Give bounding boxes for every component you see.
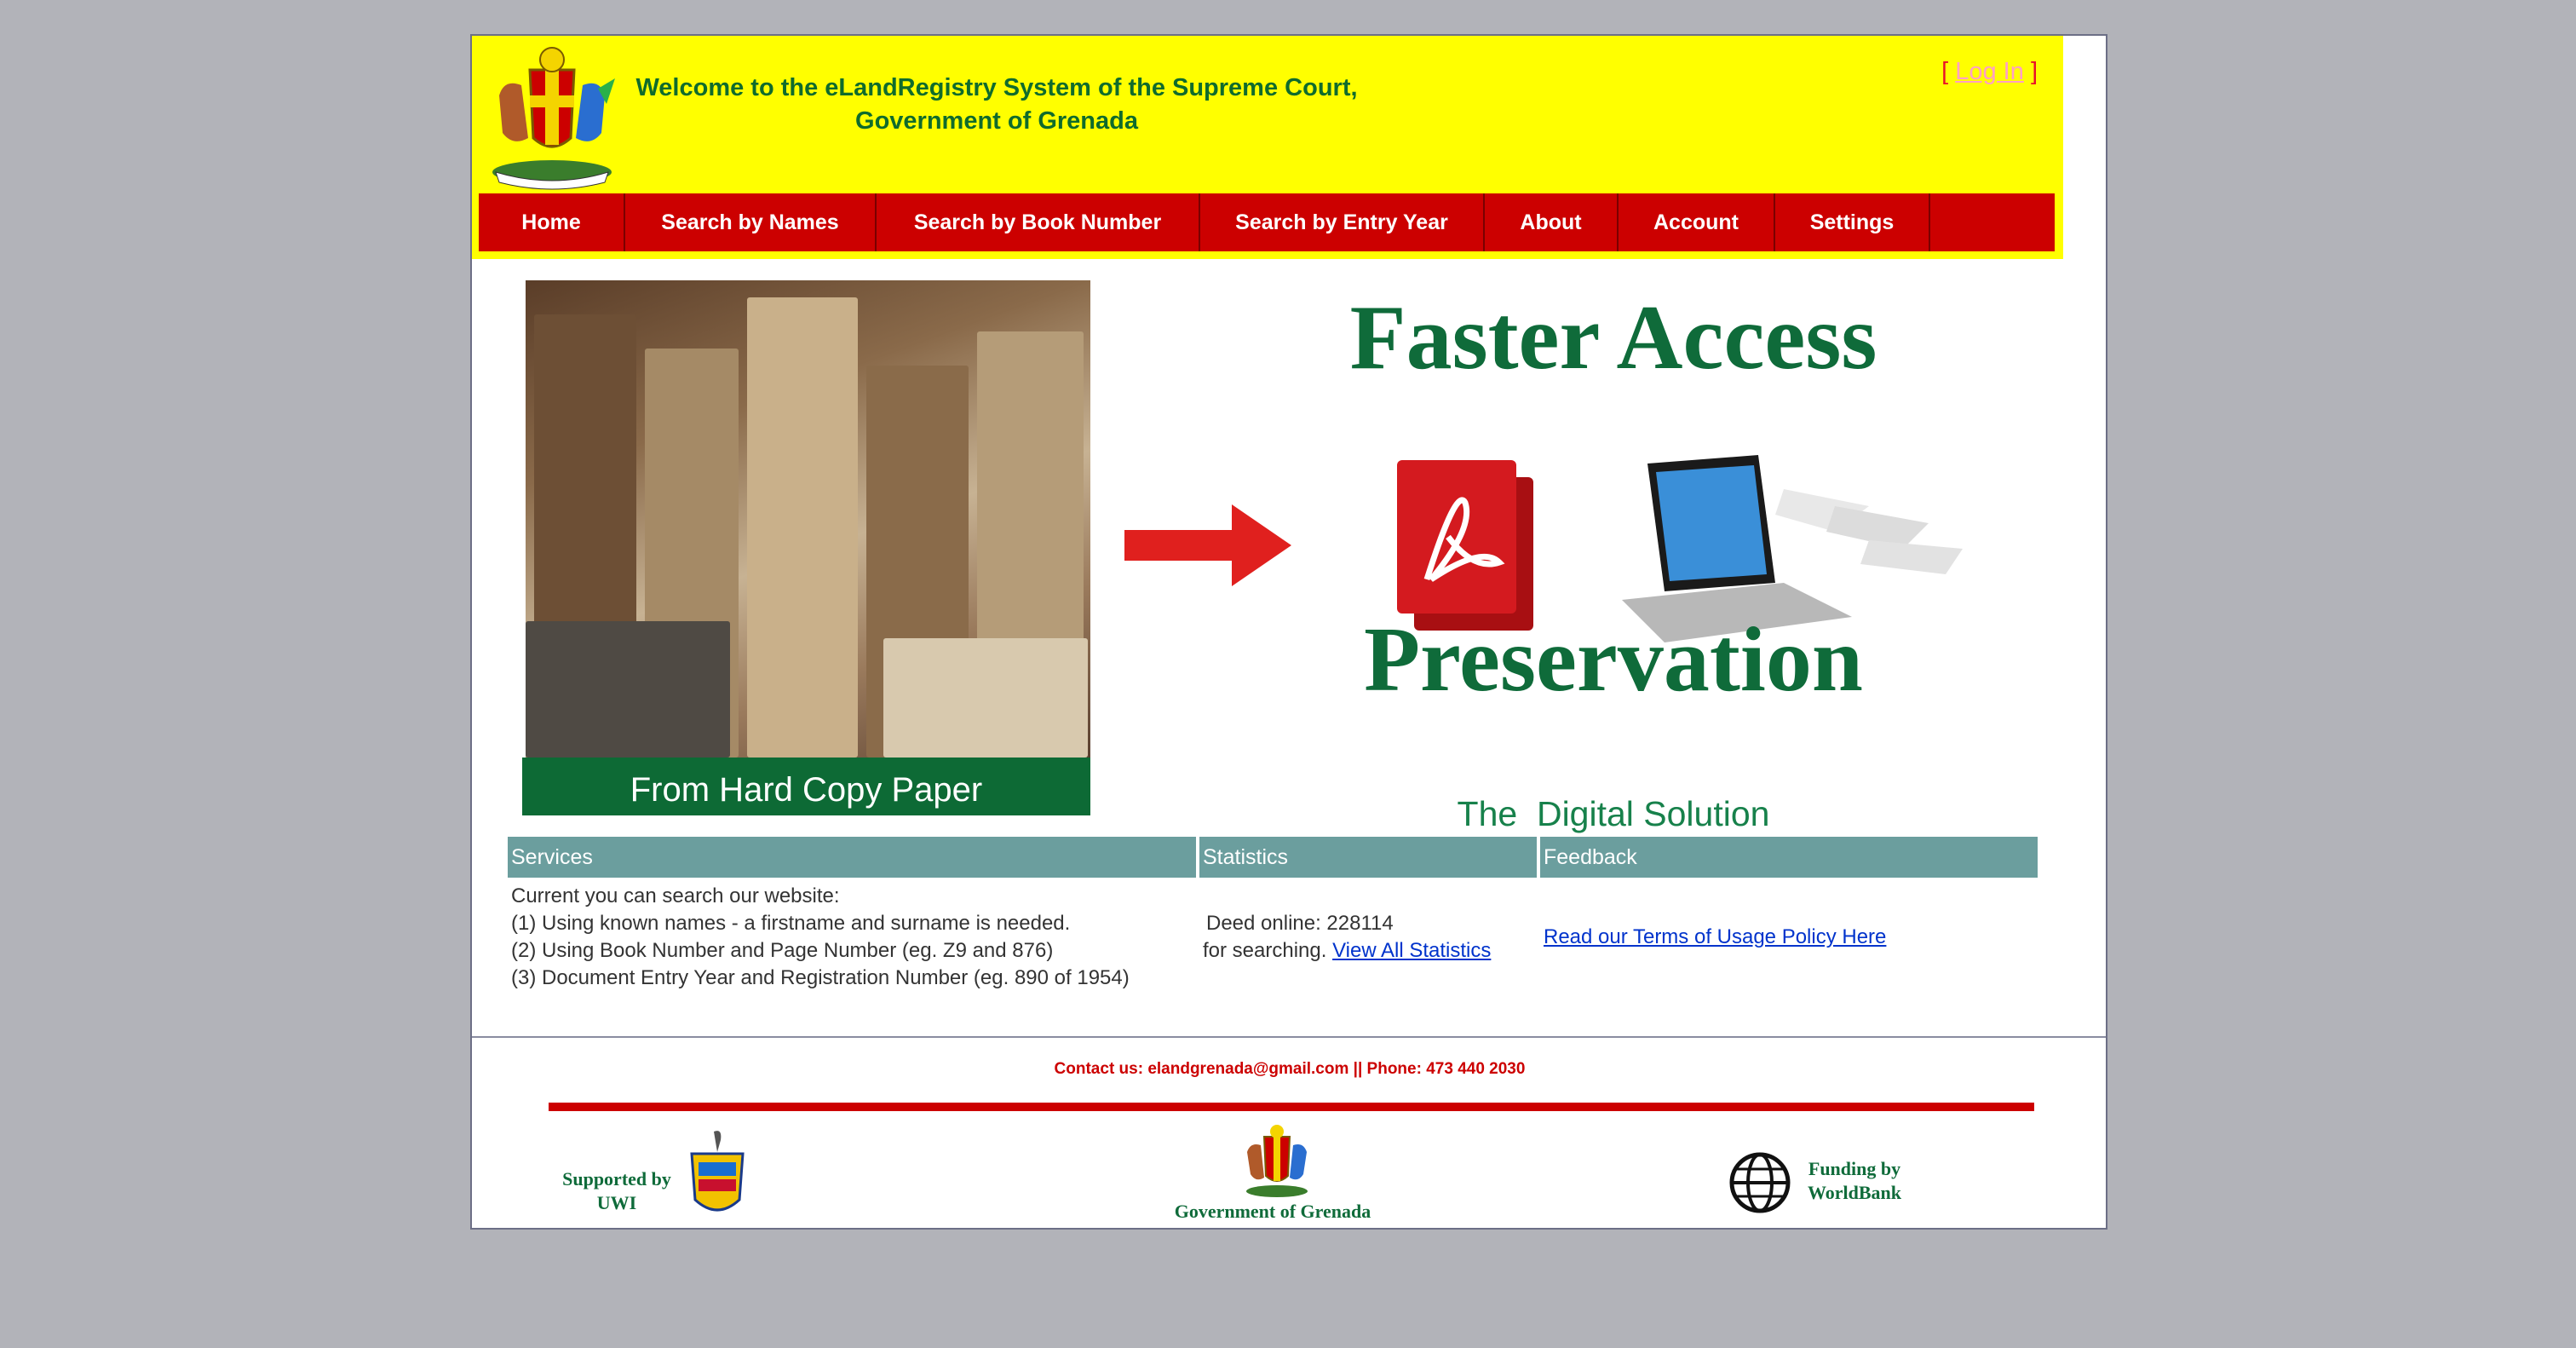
page-container: Welcome to the eLandRegistry System of t… <box>470 34 2107 1230</box>
worldbank-line-1: Funding by <box>1808 1158 1901 1179</box>
view-all-statistics-link[interactable]: View All Statistics <box>1332 939 1491 962</box>
login-bracket-close: ] <box>2030 58 2038 85</box>
welcome-line-2: Government of Grenada <box>855 107 1138 135</box>
site-header: Welcome to the eLandRegistry System of t… <box>472 36 2063 259</box>
footer-red-rule <box>549 1103 2034 1111</box>
welcome-line-1: Welcome to the eLandRegistry System of t… <box>635 74 1358 101</box>
worldbank-logo: Funding by WorldBank <box>1729 1152 1951 1220</box>
login-bracket-open: [ <box>1941 58 1949 85</box>
banner-books-panel: From Hard Copy Paper <box>522 280 1090 815</box>
government-of-grenada-logo: Government of Grenada <box>1153 1123 1392 1225</box>
welcome-heading: Welcome to the eLandRegistry System of t… <box>630 72 1363 138</box>
digital-solution-text: The Digital Solution <box>1457 794 1770 833</box>
uwi-text: Supported by UWI <box>557 1167 676 1215</box>
right-arrow-icon <box>1124 504 1291 586</box>
nav-search-by-entry-year[interactable]: Search by Entry Year <box>1200 193 1485 251</box>
statistics-header: Statistics <box>1199 837 1537 878</box>
preservation-heading: Preservation <box>1364 609 1863 711</box>
nav-search-by-book-number[interactable]: Search by Book Number <box>877 193 1200 251</box>
uwi-logo: Supported by UWI <box>557 1128 779 1222</box>
deed-count: Deed online: 228114 <box>1206 912 1394 935</box>
globe-icon <box>1729 1152 1791 1213</box>
statistics-search-line: for searching. View All Statistics <box>1203 937 1540 965</box>
worldbank-text: Funding by WorldBank <box>1791 1157 1918 1205</box>
statistics-search-prefix: for searching. <box>1203 939 1327 962</box>
nav-search-by-names[interactable]: Search by Names <box>625 193 877 251</box>
old-books-image <box>526 280 1090 758</box>
faster-access-heading: Faster Access <box>1349 287 1877 389</box>
nav-about[interactable]: About <box>1485 193 1619 251</box>
uwi-crest-icon <box>690 1131 745 1212</box>
statistics-body: Deed online: 228114 for searching. View … <box>1203 910 1540 965</box>
services-line: (3) Document Entry Year and Registration… <box>511 966 1130 989</box>
login-area: [ Log In ] <box>1941 58 2038 86</box>
hard-copy-caption: From Hard Copy Paper <box>522 758 1090 815</box>
contact-info: Contact us: elandgrenada@gmail.com || Ph… <box>1054 1060 1526 1078</box>
services-line: (2) Using Book Number and Page Number (e… <box>511 939 1054 962</box>
services-line: (1) Using known names - a firstname and … <box>511 912 1071 935</box>
nav-account[interactable]: Account <box>1619 193 1775 251</box>
uwi-line-1: Supported by <box>562 1168 671 1190</box>
services-body: Current you can search our website: (1) … <box>511 883 1193 992</box>
nav-home[interactable]: Home <box>479 193 625 251</box>
government-of-grenada-text: Government of Grenada <box>1174 1201 1371 1222</box>
terms-of-usage-link[interactable]: Read our Terms of Usage Policy Here <box>1544 925 1886 948</box>
services-header: Services <box>508 837 1196 878</box>
feedback-header: Feedback <box>1540 837 2038 878</box>
services-line: Current you can search our website: <box>511 884 840 907</box>
login-link[interactable]: Log In <box>1955 58 2024 85</box>
nav-settings[interactable]: Settings <box>1775 193 1930 251</box>
grenada-crest-small-icon <box>1246 1125 1308 1197</box>
grenada-coat-of-arms-icon <box>492 47 615 190</box>
feedback-body: Read our Terms of Usage Policy Here <box>1544 924 2038 951</box>
main-nav: Home Search by Names Search by Book Numb… <box>479 193 2055 251</box>
footer-divider <box>472 1036 2106 1038</box>
worldbank-line-2: WorldBank <box>1807 1182 1902 1203</box>
uwi-line-2: UWI <box>596 1192 637 1213</box>
